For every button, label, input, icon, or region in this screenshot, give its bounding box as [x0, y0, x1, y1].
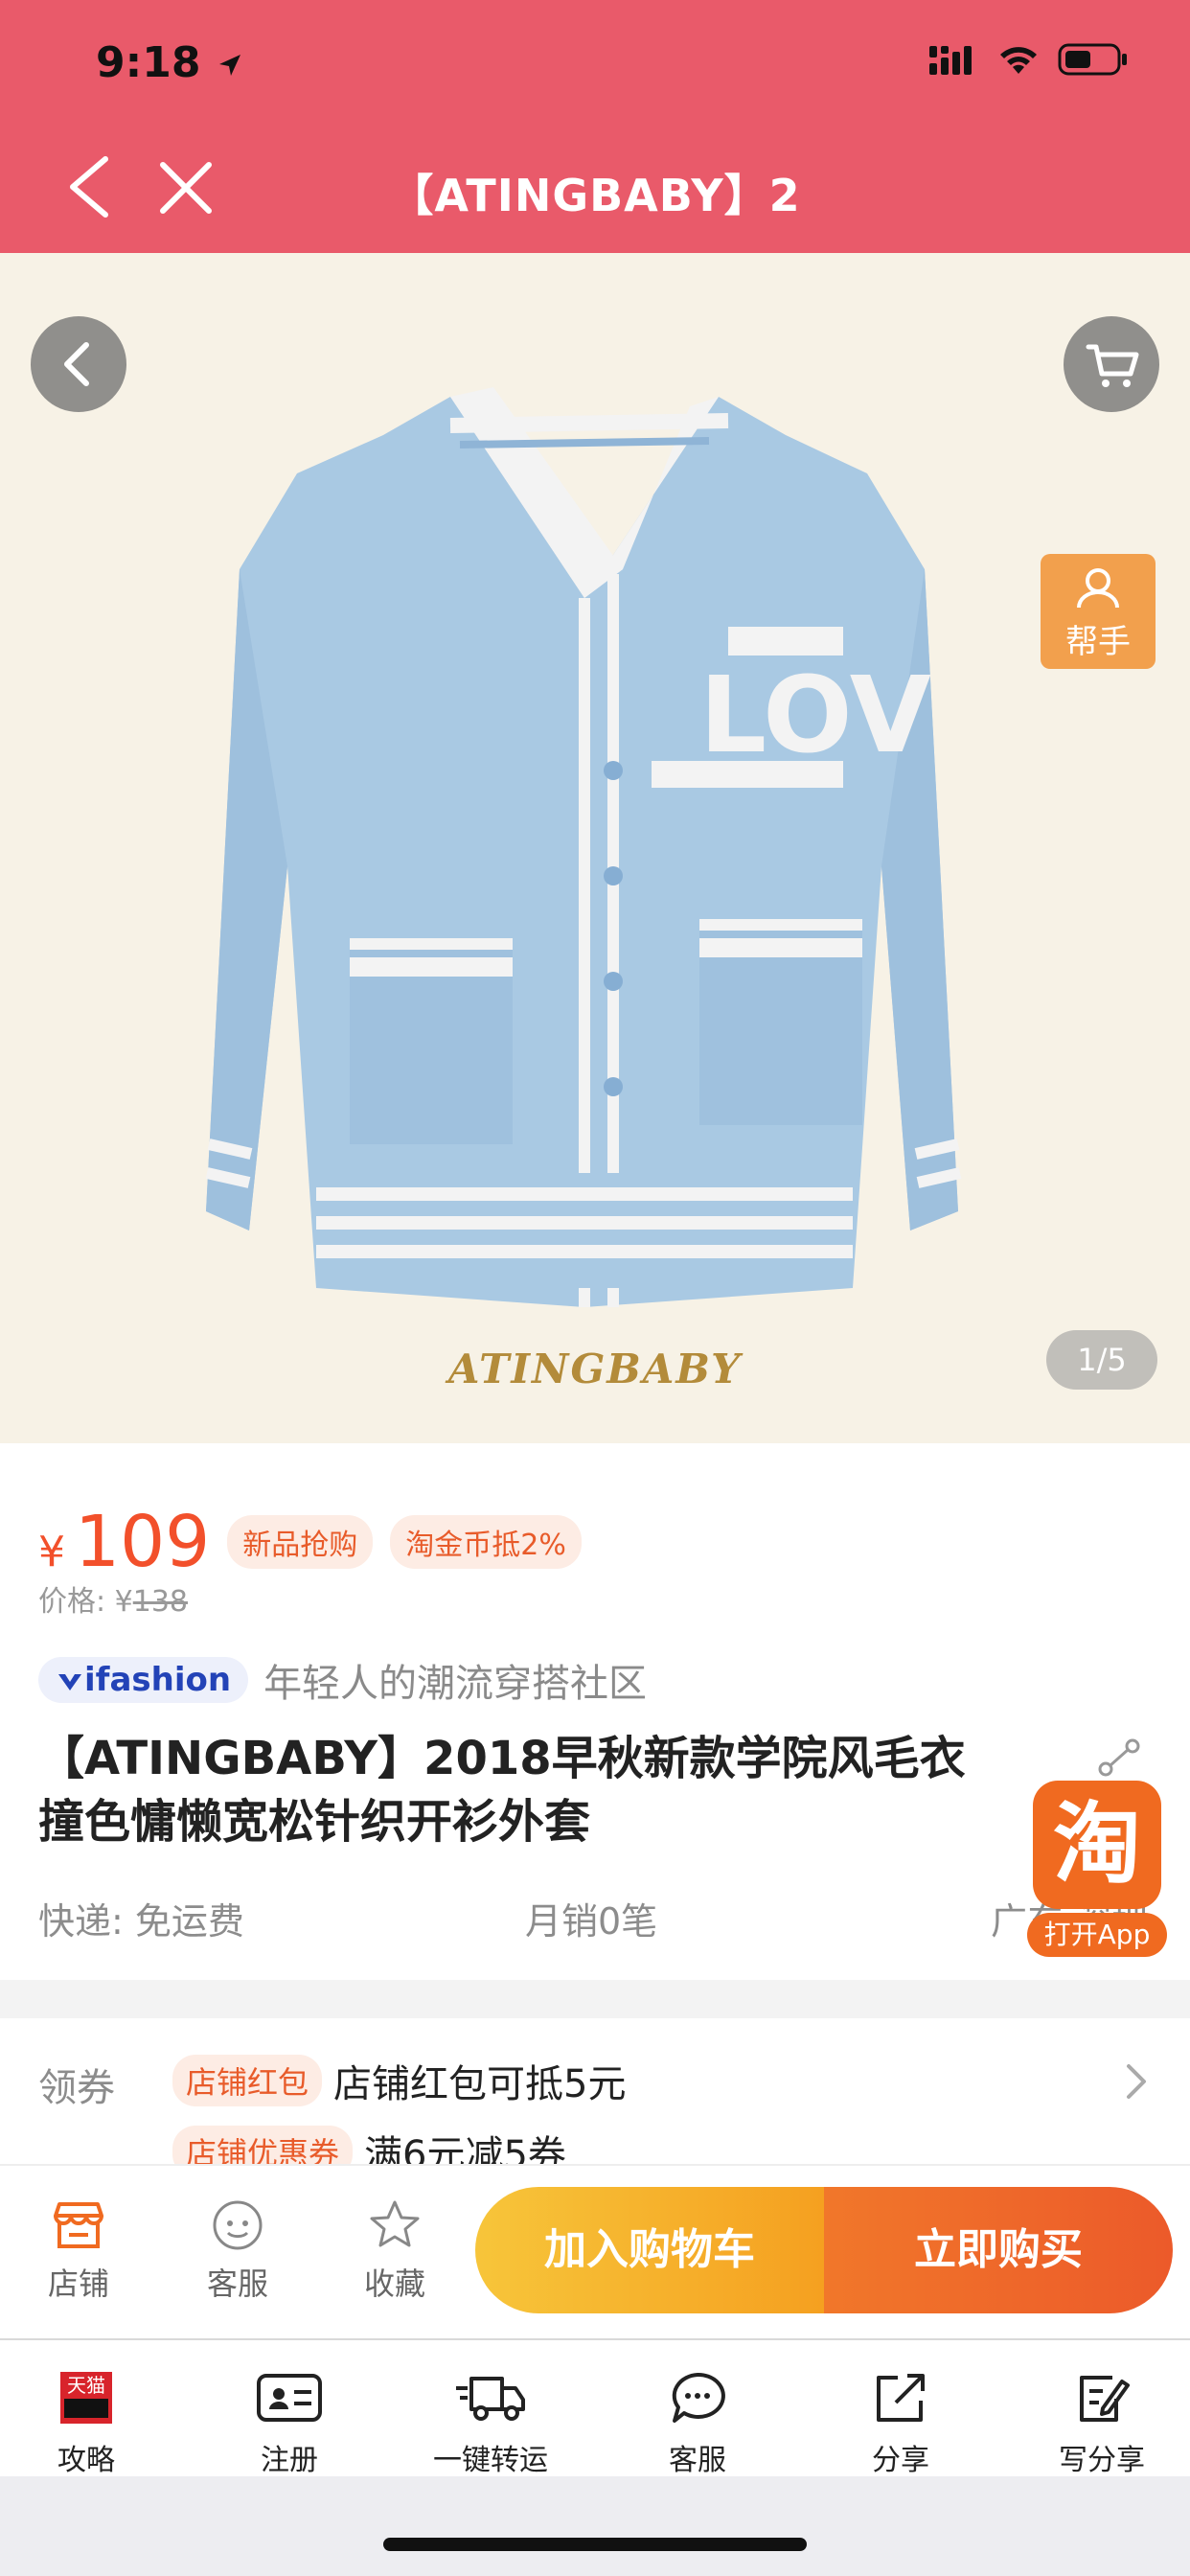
favorite-button[interactable]: 收藏	[337, 2191, 452, 2304]
toolbar-register[interactable]: 注册	[213, 2367, 366, 2478]
add-to-cart-button[interactable]: 加入购物车	[475, 2187, 824, 2313]
product-info: ¥ 109 新品抢购 淘金币抵2% 价格: ¥138 ifashion 年轻人的…	[0, 1443, 1190, 1980]
truck-icon	[456, 2377, 525, 2421]
shopping-cart-icon	[1086, 344, 1139, 387]
monthly-sales: 月销0笔	[525, 1900, 658, 1943]
chat-bubble-icon	[672, 2372, 725, 2423]
location-arrow-icon	[218, 55, 240, 76]
coupon-tag: 店铺红包	[172, 2055, 323, 2106]
toolbar-guide[interactable]: 天猫 攻略	[10, 2367, 163, 2478]
toolbar-share[interactable]: 分享	[824, 2367, 977, 2478]
favorite-label: 收藏	[363, 2266, 425, 2302]
home-indicator[interactable]	[383, 2538, 807, 2551]
coupon-text: 满6元减5券	[364, 2133, 566, 2164]
brand-watermark: ATINGBABY	[447, 1346, 743, 1392]
ifashion-slogan: 年轻人的潮流穿搭社区	[263, 1662, 648, 1706]
chevron-left-icon	[64, 342, 89, 386]
gallery-cart-button[interactable]	[1064, 316, 1159, 412]
price-currency: ¥	[38, 1528, 65, 1576]
price-row: ¥ 109 新品抢购 淘金币抵2%	[38, 1501, 582, 1583]
edit-note-icon	[1080, 2376, 1130, 2422]
shipping-info: 快递: 免运费	[38, 1900, 244, 1943]
promo-tag-new: 新品抢购	[227, 1515, 374, 1569]
open-app-button[interactable]: 打开App	[1027, 1913, 1167, 1957]
coupon-item: 店铺红包 店铺红包可抵5元	[172, 2053, 626, 2108]
section-divider	[0, 1980, 1190, 2018]
status-time: 9:18	[96, 38, 244, 87]
ifashion-logo-icon	[58, 1673, 81, 1690]
cellular-signal-icon	[929, 46, 972, 75]
tmall-icon: 天猫	[60, 2372, 112, 2424]
promo-tag-coin: 淘金币抵2%	[390, 1515, 582, 1569]
status-icons	[929, 42, 1129, 77]
bottom-toolbar: 天猫 攻略 注册 一键转运 客服 分享 写分享	[0, 2338, 1190, 2478]
star-icon	[370, 2200, 420, 2247]
chevron-right-icon	[1127, 2064, 1146, 2099]
gallery-back-button[interactable]	[31, 316, 126, 412]
product-page: 9:18 【ATINGBABY】2 LOV 帮手 ATINGBABY 1/5 ¥…	[0, 0, 1190, 2576]
header-bar: 9:18 【ATINGBABY】2	[0, 0, 1190, 253]
product-title: 【ATINGBABY】2018早秋新款学院风毛衣 撞色慵懒宽松针织开衫外套	[38, 1732, 966, 1849]
smile-chat-icon	[213, 2200, 263, 2250]
taobao-logo: 淘	[1033, 1781, 1161, 1909]
page-title: 【ATINGBABY】2	[389, 170, 801, 221]
helper-label: 帮手	[1065, 623, 1131, 661]
buy-now-button[interactable]: 立即购买	[824, 2187, 1173, 2313]
share-connect-icon	[1098, 1738, 1140, 1777]
coupon-label: 领券	[38, 2066, 115, 2110]
original-price-value: 138	[132, 1585, 188, 1619]
sweater-print-text: LOV	[699, 654, 931, 776]
store-label: 店铺	[47, 2266, 109, 2302]
product-gallery[interactable]: LOV 帮手 ATINGBABY 1/5	[0, 253, 1190, 1443]
coupon-item: 店铺优惠券 满6元减5券	[172, 2124, 566, 2164]
person-icon	[1077, 568, 1119, 609]
store-icon	[54, 2202, 103, 2248]
battery-icon	[1058, 43, 1127, 76]
price-value: 109	[75, 1501, 211, 1583]
ifashion-row[interactable]: ifashion 年轻人的潮流穿搭社区	[38, 1652, 647, 1708]
share-icon	[877, 2374, 925, 2422]
id-card-icon	[257, 2374, 322, 2422]
toolbar-write-share[interactable]: 写分享	[1025, 2367, 1179, 2478]
open-app-widget[interactable]: 淘 打开App	[1027, 1738, 1171, 1959]
home-indicator-area	[0, 2476, 1190, 2576]
coupon-section[interactable]: 领券 店铺红包 店铺红包可抵5元 店铺优惠券 满6元减5券	[0, 2018, 1190, 2164]
toolbar-transfer[interactable]: 一键转运	[414, 2367, 567, 2478]
helper-button[interactable]: 帮手	[1041, 554, 1156, 669]
ifashion-badge: ifashion	[38, 1657, 249, 1703]
original-price: 价格: ¥138	[38, 1585, 188, 1619]
purchase-action-bar: 店铺 客服 收藏 加入购物车 立即购买	[0, 2164, 1190, 2338]
customer-service-button[interactable]: 客服	[180, 2191, 295, 2304]
wifi-icon	[1000, 47, 1037, 74]
toolbar-service[interactable]: 客服	[621, 2367, 774, 2478]
gallery-pager: 1/5	[1046, 1330, 1157, 1390]
store-button[interactable]: 店铺	[21, 2191, 136, 2304]
coupon-tag: 店铺优惠券	[172, 2126, 354, 2164]
coupon-text: 店铺红包可抵5元	[333, 2062, 627, 2106]
product-image: LOV	[205, 387, 962, 1307]
service-label: 客服	[206, 2266, 268, 2302]
